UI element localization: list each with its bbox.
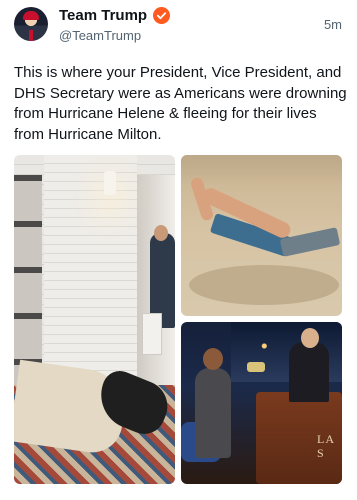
verified-badge-icon (153, 7, 171, 24)
photo1-wall-light (104, 171, 116, 195)
photo3-guest-head (203, 348, 223, 370)
post-header: Team Trump @TeamTrump 5m (0, 0, 357, 54)
post-text: This is where your President, Vice Presi… (14, 64, 347, 143)
media-grid: LA S (14, 155, 344, 484)
photo3-host-head (301, 328, 319, 348)
photo2-rock (189, 265, 339, 305)
tie-icon (29, 30, 33, 41)
author-avatar[interactable] (14, 7, 48, 41)
photo3-desk-logo: LA S (317, 432, 335, 460)
author-display-name[interactable]: Team Trump (59, 7, 147, 24)
red-cap-icon (23, 11, 39, 20)
photo1-person-head (154, 225, 168, 241)
photo1-shopping-bag (142, 313, 162, 355)
media-photo-3[interactable]: LA S (181, 322, 342, 484)
author-handle[interactable]: @TeamTrump (59, 28, 141, 43)
media-photo-2[interactable] (181, 155, 342, 316)
photo2-haze (181, 155, 342, 185)
photo3-guest (195, 368, 231, 458)
post-timestamp[interactable]: 5m (324, 17, 342, 32)
photo3-host (289, 342, 329, 402)
photo3-cans (247, 362, 265, 372)
photo1-brick-wall (44, 155, 137, 395)
media-photo-1[interactable] (14, 155, 175, 484)
author-name-row: Team Trump (59, 7, 171, 24)
